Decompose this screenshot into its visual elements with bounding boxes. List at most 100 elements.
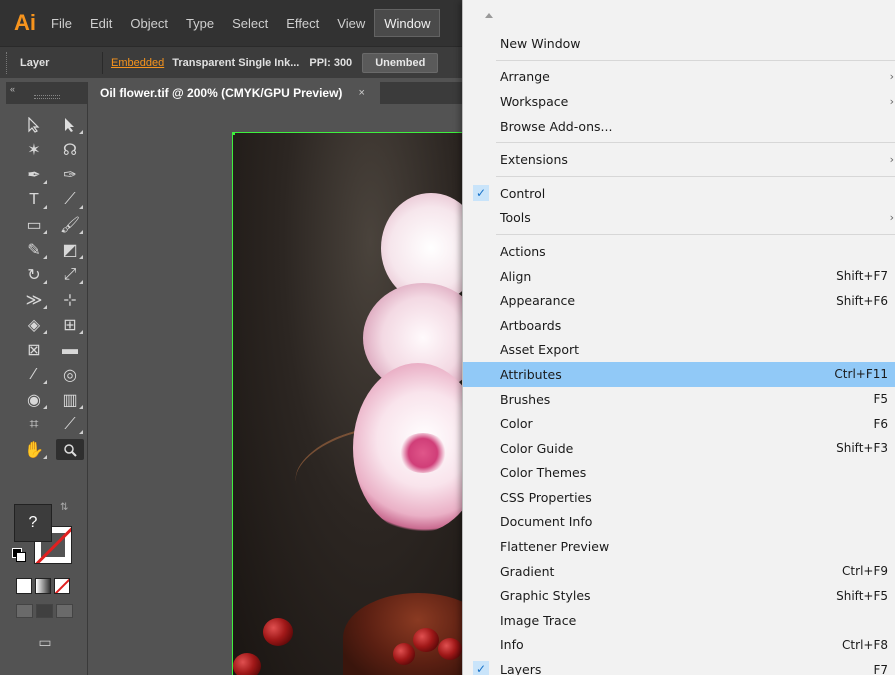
width-tool-icon[interactable]: ≫	[20, 289, 48, 310]
artwork-cherry	[413, 628, 439, 652]
swap-fill-stroke-icon[interactable]: ⇅	[60, 502, 68, 513]
menu-edit[interactable]: Edit	[81, 9, 121, 37]
submenu-arrow-icon: ›	[889, 94, 894, 108]
default-fill-stroke-icon[interactable]	[12, 548, 26, 562]
menu-item-appearance[interactable]: Appearance Shift+F6	[463, 288, 895, 313]
menu-item-shortcut: Ctrl+F9	[842, 564, 888, 579]
menu-item-color-guide[interactable]: Color Guide Shift+F3	[463, 436, 895, 461]
panel-grip[interactable]	[34, 95, 60, 99]
zoom-tool-icon[interactable]	[56, 439, 84, 460]
menu-item-graphic-styles[interactable]: Graphic Styles Shift+F5	[463, 583, 895, 608]
canvas[interactable]	[90, 104, 462, 675]
menu-item-shortcut: Shift+F6	[836, 293, 888, 308]
menu-item-align[interactable]: Align Shift+F7	[463, 264, 895, 289]
gradient-mode-icon[interactable]	[35, 578, 51, 594]
blend-tool-icon[interactable]: ◎	[56, 364, 84, 385]
draw-normal-icon[interactable]	[16, 604, 33, 618]
collapse-icon[interactable]: «	[10, 84, 15, 94]
selection-handle[interactable]	[233, 133, 235, 135]
scroll-up-icon[interactable]	[485, 13, 493, 18]
menu-item-flattener-preview[interactable]: Flattener Preview	[463, 534, 895, 559]
menu-item-control[interactable]: ✓ Control	[463, 181, 895, 206]
selection-tool-icon[interactable]	[20, 114, 48, 135]
shaper-tool-icon[interactable]: ✎	[20, 239, 48, 260]
menu-item-new-window[interactable]: New Window	[463, 31, 895, 56]
artwork-cherry	[438, 638, 462, 660]
menu-window[interactable]: Window	[374, 9, 441, 37]
menu-item-color-themes[interactable]: Color Themes	[463, 461, 895, 486]
slice-tool-icon[interactable]: ⟋	[56, 414, 84, 435]
menu-item-workspace[interactable]: Workspace ›	[463, 89, 895, 114]
tools-panel-header[interactable]: «	[6, 82, 87, 104]
menu-item-tools[interactable]: Tools ›	[463, 206, 895, 231]
rotate-tool-icon[interactable]: ↻	[20, 264, 48, 285]
unembed-button[interactable]: Unembed	[362, 52, 439, 73]
selection-type-label: Layer	[20, 56, 50, 69]
symbol-sprayer-tool-icon[interactable]: ◉	[20, 389, 48, 410]
perspective-grid-tool-icon[interactable]: ⊞	[56, 314, 84, 335]
menu-item-label: Appearance	[500, 293, 576, 309]
menu-select[interactable]: Select	[223, 9, 277, 37]
draw-inside-icon[interactable]	[56, 604, 73, 618]
embedded-link[interactable]: Embedded	[111, 57, 164, 69]
artwork-peony-center	[398, 433, 448, 473]
eyedropper-tool-icon[interactable]: ⁄	[20, 364, 48, 385]
menu-item-document-info[interactable]: Document Info	[463, 510, 895, 535]
free-transform-tool-icon[interactable]: ⊹	[56, 289, 84, 310]
lasso-tool-icon[interactable]: ☊	[56, 139, 84, 160]
window-menu-dropdown: New Window Arrange › Workspace › Browse Add-o…	[462, 0, 895, 675]
menu-item-label: Extensions	[500, 152, 568, 168]
menu-item-asset-export[interactable]: Asset Export	[463, 338, 895, 363]
artboard-image[interactable]	[232, 132, 462, 675]
menu-item-gradient[interactable]: Gradient Ctrl+F9	[463, 559, 895, 584]
draw-behind-icon[interactable]	[36, 604, 53, 618]
menu-item-label: New Window	[500, 35, 581, 51]
menu-item-layers[interactable]: ✓ Layers F7	[463, 657, 895, 675]
menu-item-artboards[interactable]: Artboards	[463, 313, 895, 338]
fill-swatch[interactable]: ?	[14, 504, 52, 542]
menu-item-css-properties[interactable]: CSS Properties	[463, 485, 895, 510]
image-info-text: Transparent Single Ink...	[172, 56, 300, 69]
submenu-arrow-icon: ›	[889, 153, 894, 167]
gradient-tool-icon[interactable]: ▬	[56, 339, 84, 360]
curvature-tool-icon[interactable]: ✑	[56, 164, 84, 185]
mesh-tool-icon[interactable]: ⊠	[20, 339, 48, 360]
menu-item-arrange[interactable]: Arrange ›	[463, 65, 895, 90]
shape-builder-tool-icon[interactable]: ◈	[20, 314, 48, 335]
menu-item-actions[interactable]: Actions	[463, 239, 895, 264]
ppi-text: PPI: 300	[309, 56, 353, 69]
menu-item-image-trace[interactable]: Image Trace	[463, 608, 895, 633]
menu-view[interactable]: View	[328, 9, 374, 37]
menu-item-brushes[interactable]: Brushes F5	[463, 387, 895, 412]
menu-item-label: Gradient	[500, 563, 555, 579]
close-tab-icon[interactable]: ×	[358, 87, 364, 99]
rectangle-tool-icon[interactable]: ▭	[20, 214, 48, 235]
screen-mode-icon[interactable]: ▭	[32, 632, 58, 652]
menu-object[interactable]: Object	[121, 9, 177, 37]
scale-tool-icon[interactable]: ⤢	[56, 264, 84, 285]
none-mode-icon[interactable]	[54, 578, 70, 594]
document-tab[interactable]: Oil flower.tif @ 200% (CMYK/GPU Preview)…	[90, 82, 380, 104]
menu-item-browse-add-ons[interactable]: Browse Add-ons...	[463, 114, 895, 139]
menu-item-label: Arrange	[500, 69, 550, 85]
menu-item-label: Graphic Styles	[500, 588, 591, 604]
paintbrush-tool-icon[interactable]: 🖌	[56, 214, 84, 235]
hand-tool-icon[interactable]: ✋	[20, 439, 48, 460]
checkmark-icon: ✓	[473, 184, 489, 201]
type-tool-icon[interactable]: T	[20, 189, 48, 210]
menu-item-attributes[interactable]: Attributes Ctrl+F11	[463, 362, 895, 387]
column-graph-tool-icon[interactable]: ▥	[56, 389, 84, 410]
menu-file[interactable]: File	[42, 9, 81, 37]
magic-wand-tool-icon[interactable]: ✶	[20, 139, 48, 160]
line-segment-tool-icon[interactable]: ⟋	[56, 189, 84, 210]
menu-item-info[interactable]: Info Ctrl+F8	[463, 633, 895, 658]
color-mode-icon[interactable]	[16, 578, 32, 594]
artboard-tool-icon[interactable]: ⌗	[20, 414, 48, 435]
direct-selection-tool-icon[interactable]	[56, 114, 84, 135]
menu-effect[interactable]: Effect	[277, 9, 328, 37]
menu-item-extensions[interactable]: Extensions ›	[463, 147, 895, 172]
menu-type[interactable]: Type	[177, 9, 223, 37]
eraser-tool-icon[interactable]: ◩	[56, 239, 84, 260]
pen-tool-icon[interactable]: ✒	[20, 164, 48, 185]
menu-item-color[interactable]: Color F6	[463, 411, 895, 436]
